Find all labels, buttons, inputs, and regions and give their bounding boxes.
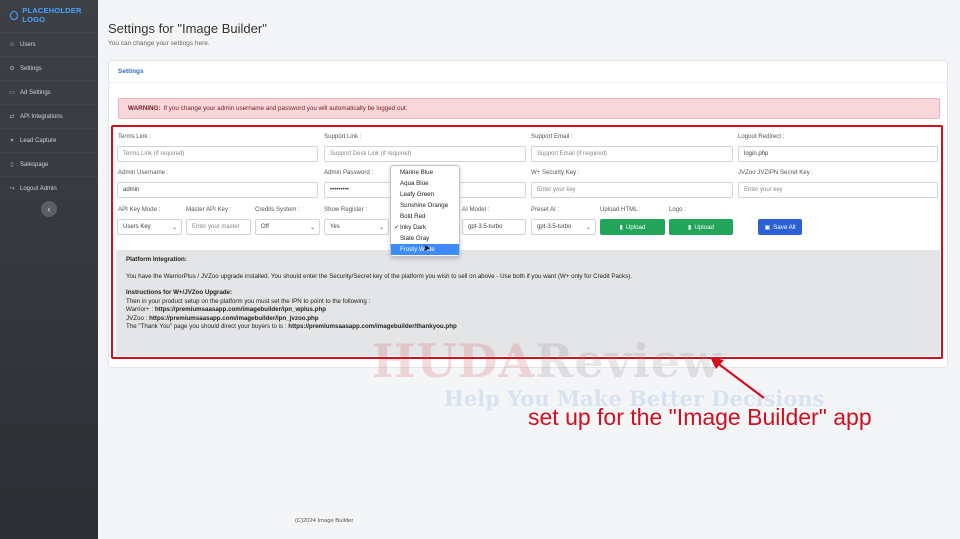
dropdown-option-checked[interactable]: ✓ Inky Dark (391, 222, 459, 233)
gear-icon: ⚙ (9, 66, 15, 72)
ad-icon: ▭ (9, 90, 15, 96)
logo-icon (10, 10, 19, 20)
sidebar-item-label: Salespage (20, 161, 49, 168)
page-icon: ▯ (10, 162, 14, 168)
warning-text: If you change your admin username and pa… (163, 105, 408, 112)
card-title: Settings (109, 61, 947, 83)
sidebar-item-label: API Integrations (20, 113, 63, 120)
lead-icon: ▾ (10, 138, 14, 144)
sidebar-item-label: Ad Settings (20, 89, 51, 96)
logout-icon: ↪ (9, 186, 15, 192)
dropdown-option[interactable]: Sunshine Orange (391, 200, 459, 211)
sidebar-item-users[interactable]: ☺ Users (0, 32, 98, 56)
warning-strong: WARNING: (128, 105, 161, 112)
sidebar-item-settings[interactable]: ⚙ Settings (0, 56, 98, 80)
sidebar-item-lead-capture[interactable]: ▾ Lead Capture (0, 128, 98, 152)
sidebar-item-api-integrations[interactable]: ⇄ API Integrations (0, 104, 98, 128)
chevron-left-icon: ‹ (47, 204, 51, 214)
sidebar-collapse-button[interactable]: ‹ (41, 201, 57, 217)
dropdown-option[interactable]: Marine Blue (391, 167, 459, 178)
annotation-text: set up for the "Image Builder" app (528, 404, 872, 430)
page-subtitle: You can change your settings here. (108, 40, 210, 47)
cursor-icon: ➤ (423, 243, 431, 253)
sidebar-item-logout-admin[interactable]: ↪ Logout Admin (0, 176, 98, 200)
footer-copyright: (C)2024 Image Builder (295, 518, 354, 524)
annotation-arrow-icon (710, 357, 765, 399)
warning-alert: WARNING: If you change your admin userna… (118, 98, 940, 119)
sidebar-item-label: Lead Capture (20, 137, 57, 144)
dropdown-option[interactable]: Bold Red (391, 211, 459, 222)
sidebar: PLACEHOLDER LOGO ☺ Users ⚙ Settings ▭ Ad… (0, 0, 98, 539)
sidebar-item-label: Settings (20, 65, 42, 72)
users-icon: ☺ (8, 41, 16, 48)
watermark: HUDAReview (372, 334, 722, 388)
dropdown-option[interactable]: Aqua Blue (391, 178, 459, 189)
page-title: Settings for "Image Builder" (108, 21, 267, 36)
check-icon: ✓ (394, 225, 400, 231)
logo[interactable]: PLACEHOLDER LOGO (0, 0, 98, 30)
sidebar-item-salespage[interactable]: ▯ Salespage (0, 152, 98, 176)
api-icon: ⇄ (9, 114, 15, 120)
sidebar-item-label: Users (20, 41, 36, 48)
highlight-box (111, 125, 943, 359)
sidebar-item-label: Logout Admin (20, 185, 57, 192)
logo-text: PLACEHOLDER LOGO (22, 6, 82, 24)
dropdown-option[interactable]: Leafy Green (391, 189, 459, 200)
sidebar-item-ad-settings[interactable]: ▭ Ad Settings (0, 80, 98, 104)
